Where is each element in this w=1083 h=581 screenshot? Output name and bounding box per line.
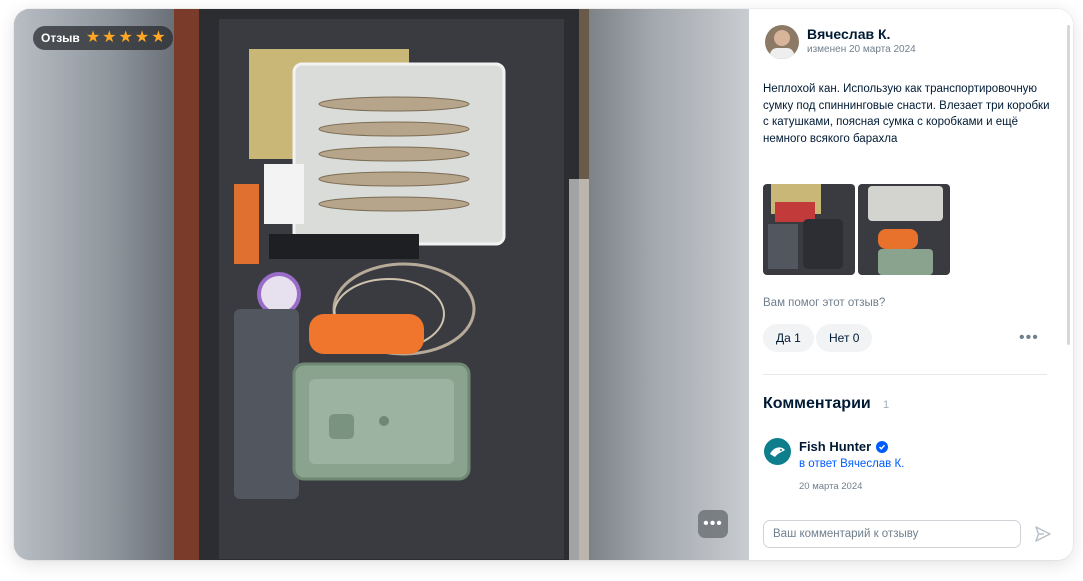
- star-icon: ★: [85, 29, 101, 46]
- review-photo[interactable]: [174, 9, 589, 560]
- star-icon: ★: [102, 29, 117, 46]
- star-icon: ★: [151, 29, 166, 46]
- badge-label: Отзыв: [41, 31, 80, 45]
- photo-blur-right: [589, 9, 749, 560]
- more-options-icon[interactable]: •••: [1019, 329, 1039, 347]
- review-author[interactable]: Вячеслав К.: [807, 26, 890, 42]
- review-rating-badge: Отзыв ★ ★ ★ ★ ★: [33, 26, 173, 50]
- star-icon: ★: [118, 29, 133, 46]
- seller-logo[interactable]: [764, 438, 791, 465]
- comment-date: 20 марта 2024: [799, 481, 863, 492]
- review-text: Неплохой кан. Использую как транспортиро…: [763, 83, 1050, 145]
- vote-no-button[interactable]: Нет 0: [816, 324, 873, 352]
- comments-count: 1: [883, 399, 890, 411]
- photo-blur-left: [14, 9, 174, 560]
- comments-title: Комментарии: [763, 395, 871, 412]
- comment-input[interactable]: [763, 520, 1021, 548]
- comment-author-name: Fish Hunter: [799, 439, 872, 454]
- scrollbar[interactable]: [1067, 25, 1070, 345]
- review-modal: Отзыв ★ ★ ★ ★ ★ ••• Вячеслав К. изменен 20 м…: [14, 9, 1073, 560]
- comment-author[interactable]: Fish Hunter: [799, 439, 889, 454]
- review-panel: Вячеслав К. изменен 20 марта 2024 Неплох…: [749, 9, 1073, 560]
- comment-reply-to[interactable]: в ответ Вячеслав К.: [799, 458, 904, 470]
- photo-more-button[interactable]: •••: [698, 510, 728, 538]
- author-avatar[interactable]: [765, 25, 799, 59]
- vote-yes-button[interactable]: Да 1: [763, 324, 814, 352]
- send-icon[interactable]: [1032, 523, 1054, 545]
- photo-viewer: Отзыв ★ ★ ★ ★ ★ •••: [14, 9, 749, 560]
- more-horizontal-icon: •••: [703, 515, 723, 532]
- review-thumbnails: [763, 184, 950, 275]
- review-thumbnail[interactable]: [858, 184, 950, 275]
- rating-stars: ★ ★ ★ ★ ★: [86, 30, 166, 46]
- verified-icon: [876, 440, 889, 453]
- helpful-question: Вам помог этот отзыв?: [763, 297, 886, 309]
- star-icon: ★: [134, 29, 150, 46]
- review-thumbnail[interactable]: [763, 184, 855, 275]
- divider: [763, 374, 1047, 375]
- review-date: изменен 20 марта 2024: [807, 44, 916, 55]
